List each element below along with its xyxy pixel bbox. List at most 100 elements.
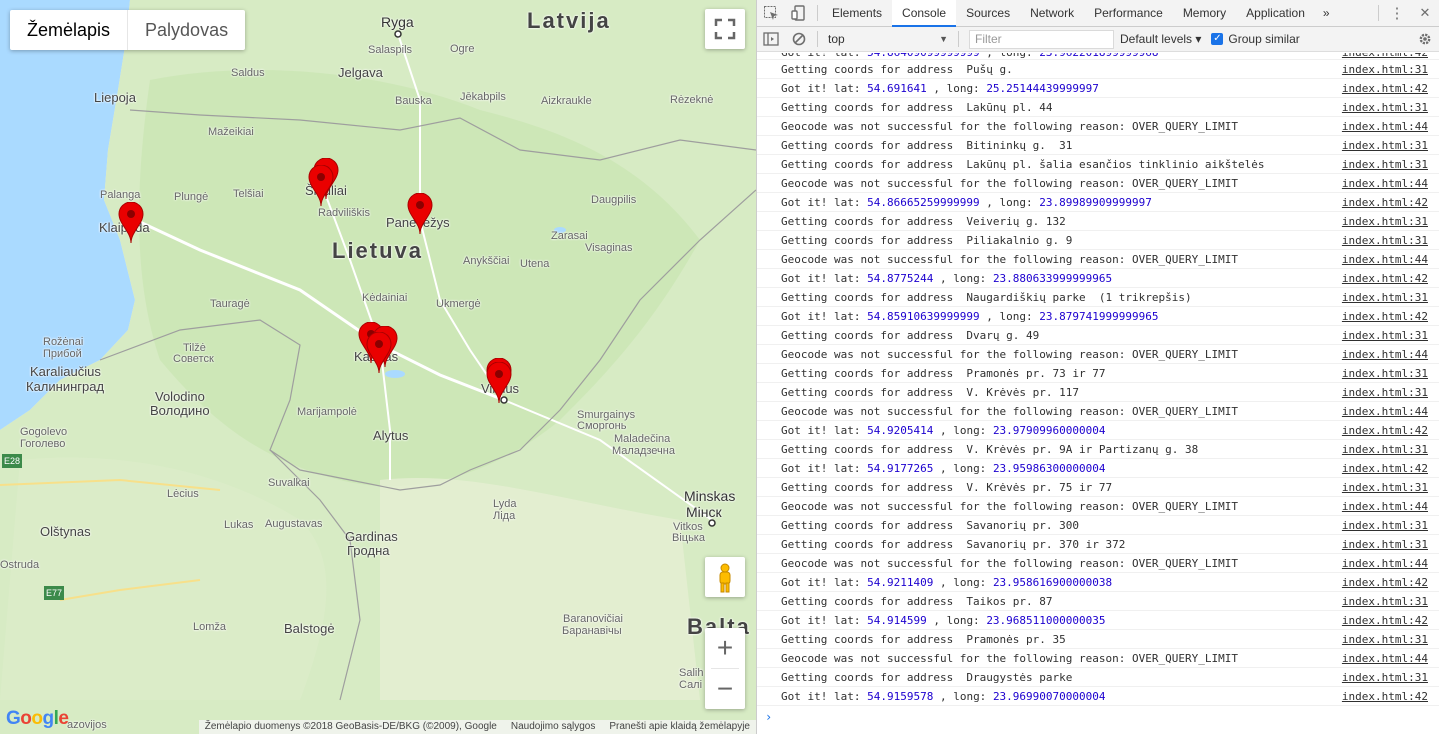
report-error-link[interactable]: Pranešti apie klaidą žemėlapyje [609,720,750,734]
map-type-control: Žemėlapis Palydovas [10,10,246,50]
log-text: , long: [979,309,1040,323]
map-marker-klaipeda[interactable] [118,202,144,244]
source-link[interactable]: index.html:31 [1342,139,1428,152]
source-link[interactable]: index.html:42 [1342,690,1428,703]
source-link[interactable]: index.html:31 [1342,481,1428,494]
group-similar-checkbox-icon[interactable]: ✓ [1211,33,1224,45]
source-link[interactable]: index.html:31 [1342,443,1428,456]
longitude-value: 23.958616900000038 [992,575,1113,589]
terms-link[interactable]: Naudojimo sąlygos [511,720,596,734]
console-log-row: Getting coords for address Lakūnų pl. 44… [757,98,1439,117]
latitude-value: 54.9211409 [867,575,934,589]
tab-sources[interactable]: Sources [956,0,1020,27]
source-link[interactable]: index.html:31 [1342,234,1428,247]
map-label-maladecina-ru: Маладзечна [612,445,675,457]
fullscreen-button[interactable] [705,9,745,49]
console-filter-input[interactable] [969,29,1114,49]
log-levels-dropdown[interactable]: Default levels ▾ [1120,32,1201,46]
source-link[interactable]: index.html:42 [1342,196,1428,209]
source-link[interactable]: index.html:31 [1342,215,1428,228]
context-select[interactable]: top ▼ [822,29,954,50]
map-canvas[interactable]: Ryga Latvija Salaspils Saldus Jelgava Og… [0,0,756,734]
source-link[interactable]: index.html:42 [1342,576,1428,589]
pegman-icon [719,563,731,593]
street-view-pegman-button[interactable] [705,557,745,597]
map-type-map-button[interactable]: Žemėlapis [10,10,129,50]
source-link[interactable]: index.html:42 [1342,53,1428,59]
zoom-out-button[interactable]: − [705,669,745,709]
devtools-menu-icon[interactable]: ⋮ [1383,0,1411,27]
console-log-row: Getting coords for address Taikos pr. 87… [757,592,1439,611]
close-devtools-icon[interactable]: ✕ [1411,0,1439,27]
source-link[interactable]: index.html:42 [1342,424,1428,437]
source-link[interactable]: index.html:31 [1342,519,1428,532]
map-attribution: Žemėlapio duomenys ©2018 GeoBasis-DE/BKG… [198,720,756,734]
console-log-row: Got it! lat: 54.914599 , long: 23.968511… [757,611,1439,630]
map-marker-panevezys[interactable] [407,193,433,235]
toggle-sidebar-button[interactable] [757,26,785,53]
map-label-ogre: Ogre [450,43,475,55]
source-link[interactable]: index.html:31 [1342,595,1428,608]
source-link[interactable]: index.html:44 [1342,120,1428,133]
more-tabs-button[interactable]: » [1315,0,1338,27]
fullscreen-icon [714,18,736,40]
source-link[interactable]: index.html:44 [1342,177,1428,190]
map-label-golevo-ru: Гоголево [20,438,66,450]
zoom-in-button[interactable]: + [705,628,745,668]
source-link[interactable]: index.html:31 [1342,633,1428,646]
map-marker-siauliai-2[interactable] [308,165,334,207]
map-label-azovijos: azovijos [67,719,107,731]
log-text: Got it! lat: [781,613,868,627]
source-link[interactable]: index.html:44 [1342,348,1428,361]
source-link[interactable]: index.html:42 [1342,614,1428,627]
source-link[interactable]: index.html:31 [1342,671,1428,684]
console-log-message: Got it! lat: 54.9159578 , long: 23.96990… [781,690,1342,703]
console-settings-button[interactable] [1411,26,1439,53]
console-prompt[interactable]: › [757,706,1439,728]
tab-application[interactable]: Application [1236,0,1315,27]
source-link[interactable]: index.html:44 [1342,405,1428,418]
map-marker-vilnius-2[interactable] [486,362,512,404]
console-log-message: Got it! lat: 54.9211409 , long: 23.95861… [781,576,1342,589]
map-type-satellite-button[interactable]: Palydovas [128,10,245,50]
map-label-lomza: Lomža [193,621,227,633]
device-toolbar-button[interactable] [785,0,813,27]
map-label-taurage: Tauragė [210,298,250,310]
source-link[interactable]: index.html:31 [1342,63,1428,76]
source-link[interactable]: index.html:31 [1342,367,1428,380]
source-link[interactable]: index.html:42 [1342,272,1428,285]
log-text: Got it! lat: [781,423,868,437]
tab-network[interactable]: Network [1020,0,1084,27]
tab-elements[interactable]: Elements [822,0,892,27]
clear-console-button[interactable] [785,26,813,53]
source-link[interactable]: index.html:44 [1342,500,1428,513]
tab-performance[interactable]: Performance [1084,0,1173,27]
source-link[interactable]: index.html:44 [1342,557,1428,570]
source-link[interactable]: index.html:44 [1342,253,1428,266]
inspect-element-button[interactable] [757,0,785,27]
source-link[interactable]: index.html:31 [1342,538,1428,551]
tab-memory[interactable]: Memory [1173,0,1236,27]
latitude-value: 54.9177265 [867,461,934,475]
source-link[interactable]: index.html:31 [1342,291,1428,304]
console-log-row: Geocode was not successful for the follo… [757,174,1439,193]
tab-console[interactable]: Console [892,0,957,27]
console-log-message: Getting coords for address V. Krėvės pr.… [781,442,1199,456]
map-label-lyda-ru: Ліда [493,510,516,522]
console-log-message: Getting coords for address V. Krėvės pr.… [781,385,1080,399]
log-text: , long: [980,53,1040,59]
latitude-value: 54.9159578 [867,689,934,703]
source-link[interactable]: index.html:31 [1342,101,1428,114]
source-link[interactable]: index.html:31 [1342,386,1428,399]
source-link[interactable]: index.html:42 [1342,310,1428,323]
google-logo[interactable]: Google [6,708,69,730]
source-link[interactable]: index.html:31 [1342,329,1428,342]
source-link[interactable]: index.html:42 [1342,462,1428,475]
console-log-message: Geocode was not successful for the follo… [781,404,1238,418]
map-marker-kaunas-3[interactable] [366,332,392,374]
source-link[interactable]: index.html:42 [1342,82,1428,95]
source-link[interactable]: index.html:44 [1342,652,1428,665]
source-link[interactable]: index.html:31 [1342,158,1428,171]
console-log-message: Got it! lat: 54.8775244 , long: 23.88063… [781,272,1342,285]
group-similar-toggle[interactable]: ✓ Group similar [1211,32,1300,46]
